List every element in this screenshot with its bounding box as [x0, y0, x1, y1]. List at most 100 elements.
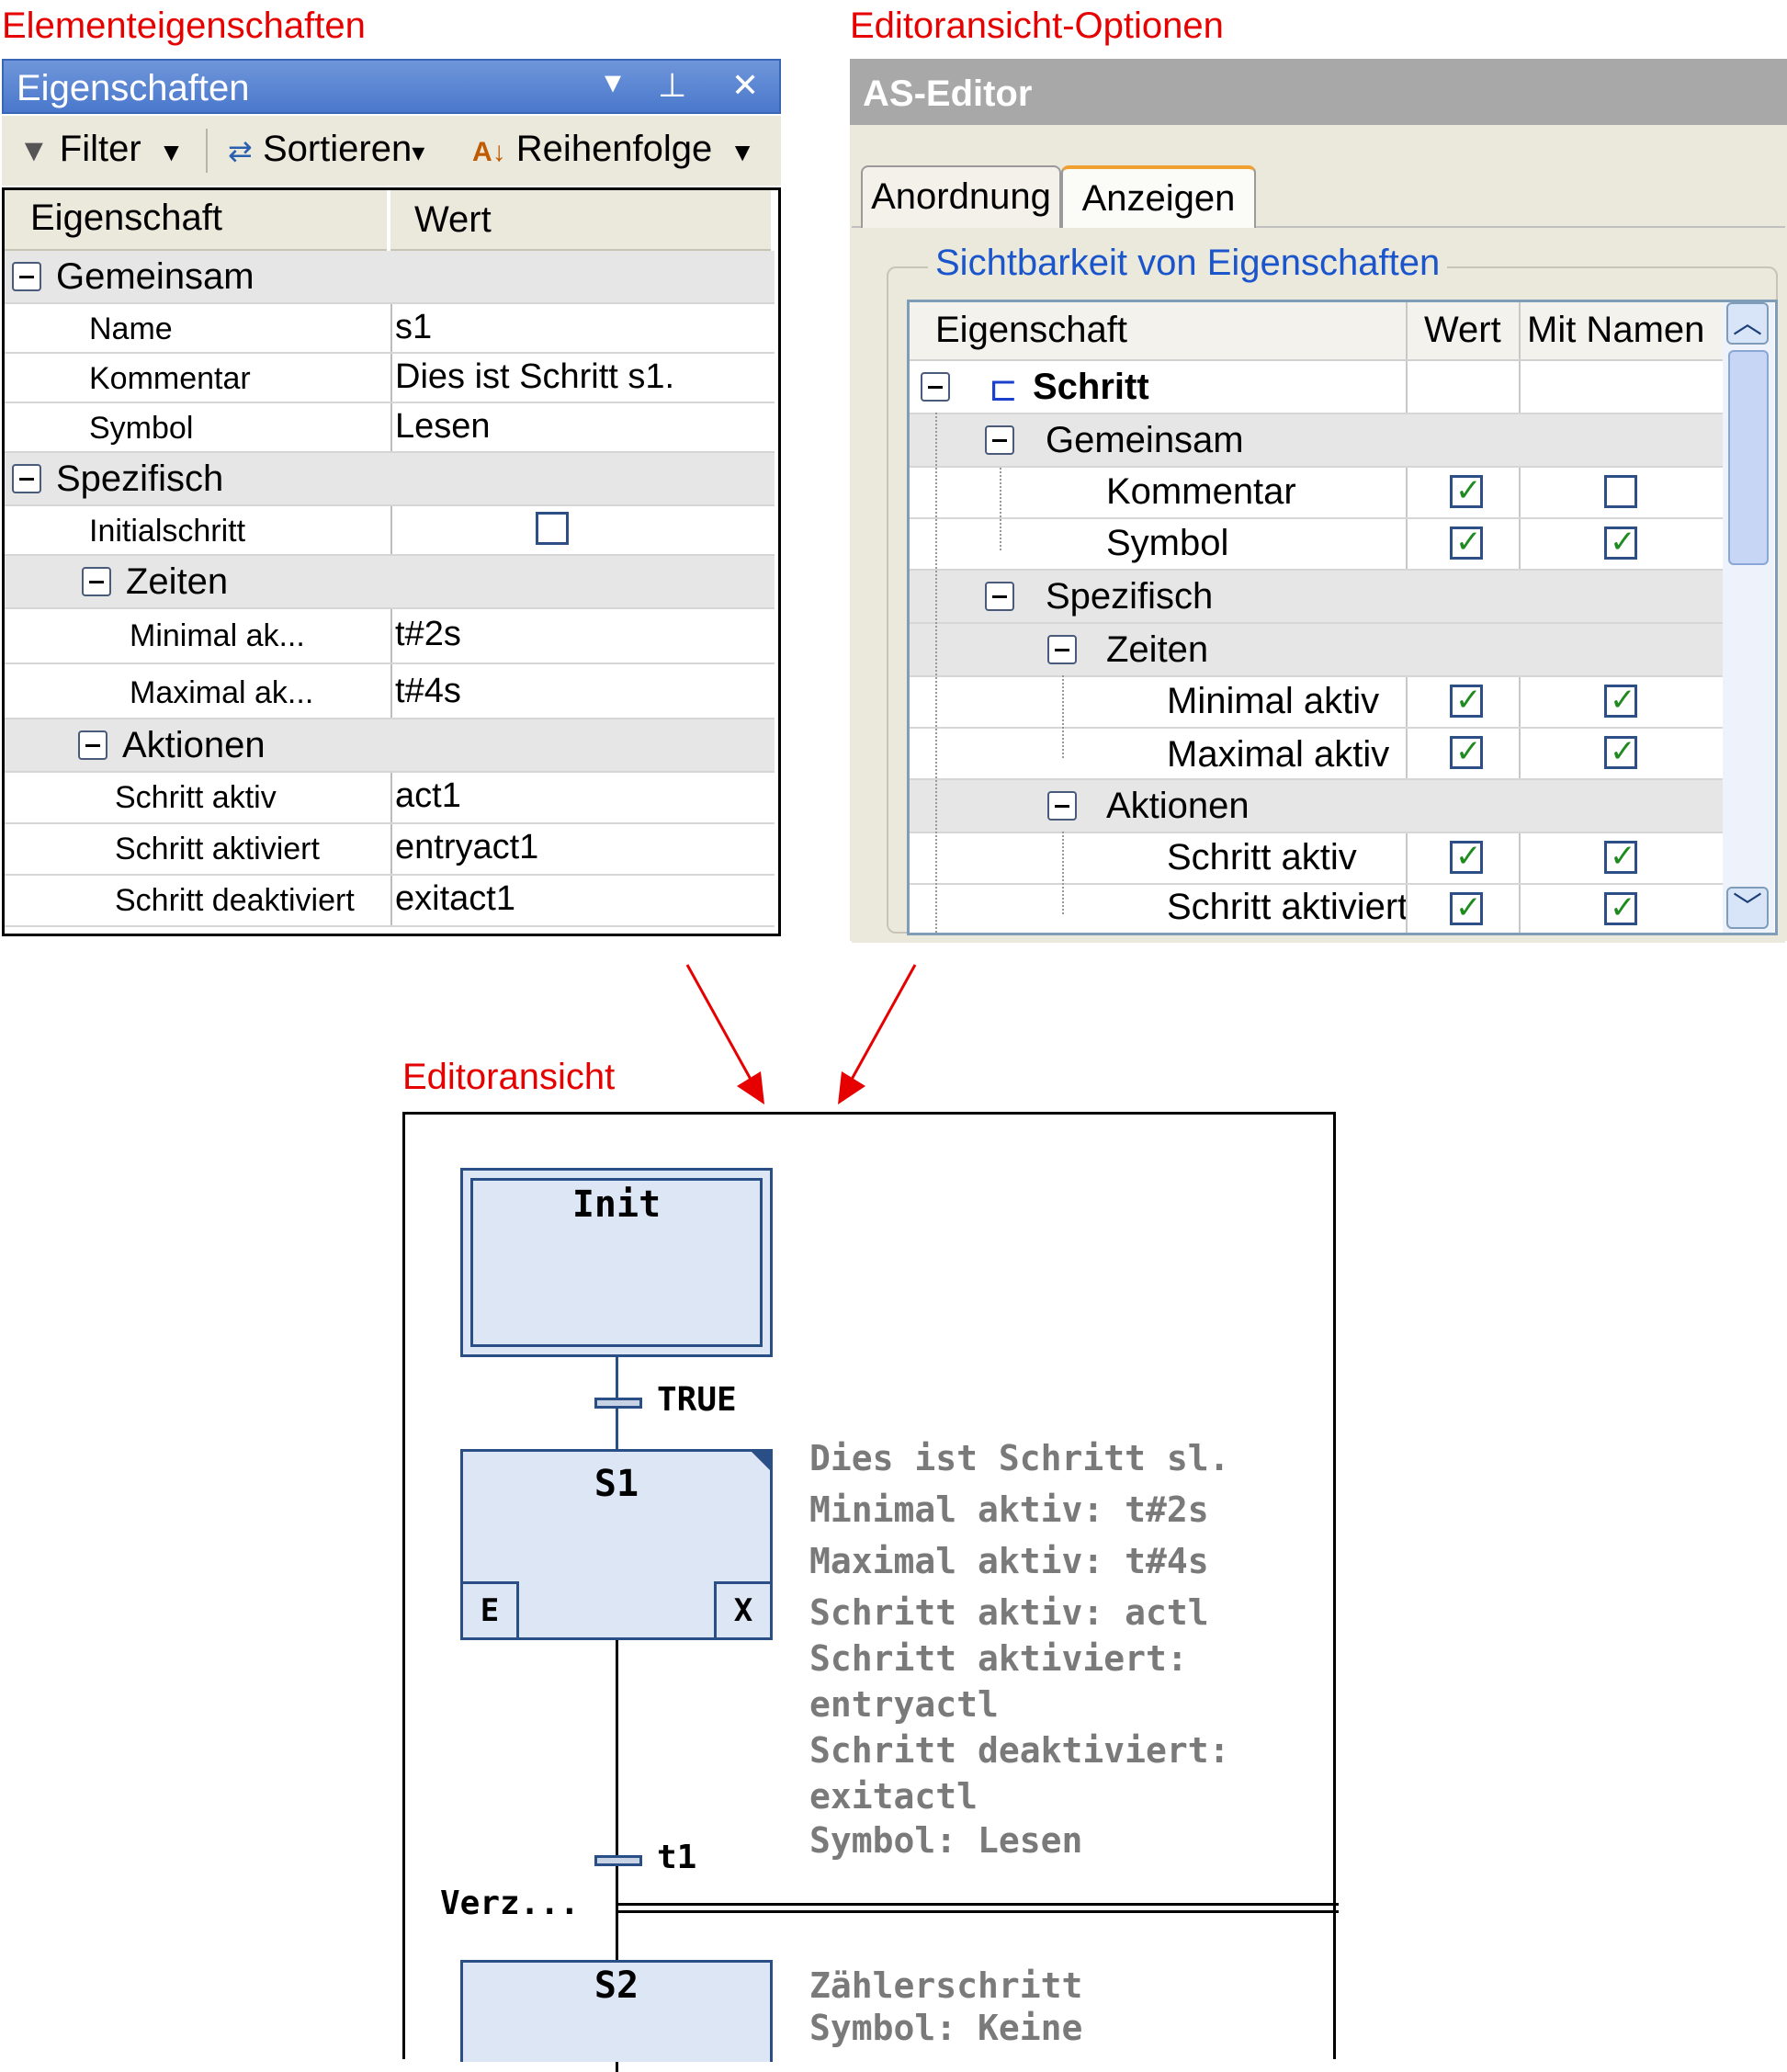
property-row-symbol[interactable]: Symbol Lesen: [5, 403, 775, 453]
column-header-property[interactable]: Eigenschaft: [935, 310, 1127, 351]
property-value[interactable]: exitact1: [395, 879, 515, 919]
step-s2[interactable]: S2: [460, 1960, 773, 2062]
value-checkbox-min-active[interactable]: [1450, 682, 1483, 719]
filter-button[interactable]: ▼ Filter ▼: [18, 129, 184, 170]
property-row-max-active[interactable]: Maximal ak... t#4s: [5, 664, 775, 719]
collapse-icon[interactable]: [78, 730, 107, 760]
collapse-icon[interactable]: [921, 372, 950, 402]
column-header-with-name[interactable]: Mit Namen: [1527, 310, 1704, 351]
chevron-down-icon: ▼: [722, 138, 755, 166]
property-value[interactable]: t#4s: [395, 672, 461, 711]
tree-row-times[interactable]: Zeiten: [910, 624, 1723, 677]
collapse-icon[interactable]: [985, 425, 1014, 455]
tab-anzeigen[interactable]: Anzeigen: [1061, 165, 1256, 228]
property-row-min-active[interactable]: Minimal ak... t#2s: [5, 609, 775, 664]
tree-row-common[interactable]: Gemeinsam: [910, 414, 1723, 468]
value-checkbox-step-active[interactable]: [1450, 838, 1483, 875]
collapse-icon[interactable]: [82, 567, 111, 596]
tree-row-comment[interactable]: Kommentar: [910, 468, 1723, 519]
arrows-graphic: [685, 964, 917, 1104]
comment-corner-icon: [749, 1449, 773, 1473]
transition-name: t1: [657, 1839, 697, 1876]
property-value[interactable]: t#2s: [395, 615, 461, 654]
s1-annotation-line: Maximal aktiv: t#4s: [809, 1541, 1209, 1581]
branch-label: Verz...: [440, 1885, 580, 1922]
tree-row-step-activated[interactable]: Schritt aktiviert: [910, 885, 1723, 933]
collapse-icon[interactable]: [1047, 791, 1077, 821]
az-sort-icon: A↓: [472, 137, 506, 167]
property-row-initial-step[interactable]: Initialschritt: [5, 506, 775, 556]
s2-annotation-line: Zählerschritt: [809, 1965, 1083, 2006]
property-row-step-deactivated[interactable]: Schritt deaktiviert exitact1: [5, 876, 775, 927]
step-s1[interactable]: S1 E X: [460, 1449, 773, 1640]
collapse-icon[interactable]: [12, 262, 41, 291]
property-row-comment[interactable]: Kommentar Dies ist Schritt s1.: [5, 354, 775, 403]
dropdown-arrow-icon[interactable]: ▾: [605, 62, 621, 101]
sort-button[interactable]: ⇄ Sortieren▾: [228, 129, 424, 170]
order-button[interactable]: A↓ Reihenfolge ▼: [472, 129, 755, 170]
visibility-grid: Eigenschaft Wert Mit Namen ⊏ Schritt Gem…: [907, 300, 1778, 935]
s1-annotation-line: Schritt aktiviert:: [809, 1638, 1188, 1679]
group-row-actions[interactable]: Aktionen: [5, 719, 775, 773]
with-name-checkbox-step-active[interactable]: [1604, 838, 1637, 875]
with-name-checkbox-min-active[interactable]: [1604, 682, 1637, 719]
scroll-down-icon[interactable]: ﹀: [1726, 887, 1769, 929]
editor-options-title: AS-Editor: [863, 74, 1033, 114]
property-value[interactable]: act1: [395, 776, 461, 816]
property-value[interactable]: entryact1: [395, 828, 538, 867]
section-label-element-properties: Elementeigenschaften: [2, 6, 366, 46]
chevron-down-icon: ▼: [151, 138, 185, 166]
with-name-checkbox-comment[interactable]: [1604, 475, 1637, 508]
property-value[interactable]: Lesen: [395, 407, 491, 447]
entry-action-box[interactable]: E: [460, 1581, 519, 1640]
value-checkbox-comment[interactable]: [1450, 472, 1483, 509]
grid-header: Eigenschaft Wert Mit Namen: [910, 302, 1723, 361]
pin-icon[interactable]: ⊥: [658, 66, 686, 105]
section-label-editor-view-options: Editoransicht-Optionen: [850, 6, 1224, 46]
collapse-icon[interactable]: [985, 582, 1014, 611]
collapse-icon[interactable]: [12, 464, 41, 493]
value-checkbox-step-activated[interactable]: [1450, 889, 1483, 926]
tree-row-max-active[interactable]: Maximal aktiv: [910, 729, 1723, 780]
property-value[interactable]: Dies ist Schritt s1.: [395, 357, 674, 397]
value-checkbox-symbol[interactable]: [1450, 524, 1483, 560]
property-row-step-active[interactable]: Schritt aktiv act1: [5, 773, 775, 824]
tree-row-min-active[interactable]: Minimal aktiv: [910, 677, 1723, 729]
arrowhead-left-icon: [737, 1071, 764, 1104]
s1-annotation-line: entryactl: [809, 1684, 999, 1725]
filter-icon: ▼: [18, 133, 50, 168]
properties-panel: Eigenschaften ▾ ⊥ ✕ ▼ Filter ▼ ⇄ Sortier…: [2, 59, 781, 936]
tab-anordnung[interactable]: Anordnung: [861, 165, 1061, 228]
transition-bar[interactable]: [594, 1398, 642, 1409]
close-icon[interactable]: ✕: [731, 66, 759, 105]
property-row-name[interactable]: Name s1: [5, 304, 775, 354]
column-header-value[interactable]: Wert: [1424, 310, 1501, 351]
init-step[interactable]: Init: [460, 1168, 773, 1357]
column-header-value[interactable]: Wert: [390, 190, 771, 251]
group-row-common[interactable]: Gemeinsam: [5, 251, 775, 304]
vertical-scrollbar[interactable]: ︿ ﹀: [1723, 302, 1774, 933]
property-value[interactable]: s1: [395, 308, 432, 347]
scrollbar-thumb[interactable]: [1728, 350, 1769, 565]
tree-row-symbol[interactable]: Symbol: [910, 519, 1723, 571]
group-row-times[interactable]: Zeiten: [5, 556, 775, 609]
with-name-checkbox-step-activated[interactable]: [1604, 889, 1637, 926]
column-header-property[interactable]: Eigenschaft: [5, 190, 387, 251]
tree-row-specific[interactable]: Spezifisch: [910, 571, 1723, 624]
step-icon: ⊏: [989, 370, 1018, 409]
value-checkbox-max-active[interactable]: [1450, 733, 1483, 770]
transition-bar[interactable]: [594, 1855, 642, 1866]
tree-row-actions[interactable]: Aktionen: [910, 780, 1723, 833]
tree-row-step-active[interactable]: Schritt aktiv: [910, 833, 1723, 885]
with-name-checkbox-max-active[interactable]: [1604, 733, 1637, 770]
initial-step-checkbox[interactable]: [536, 512, 569, 545]
collapse-icon[interactable]: [1047, 635, 1077, 664]
editor-options-titlebar: AS-Editor: [850, 59, 1787, 125]
group-row-specific[interactable]: Spezifisch: [5, 453, 775, 506]
exit-action-box[interactable]: X: [714, 1581, 773, 1640]
property-row-step-activated[interactable]: Schritt aktiviert entryact1: [5, 824, 775, 876]
scroll-up-icon[interactable]: ︿: [1726, 302, 1769, 345]
with-name-checkbox-symbol[interactable]: [1604, 524, 1637, 560]
tree-row-step[interactable]: ⊏ Schritt: [910, 361, 1723, 414]
arrow-right: [847, 964, 917, 1085]
